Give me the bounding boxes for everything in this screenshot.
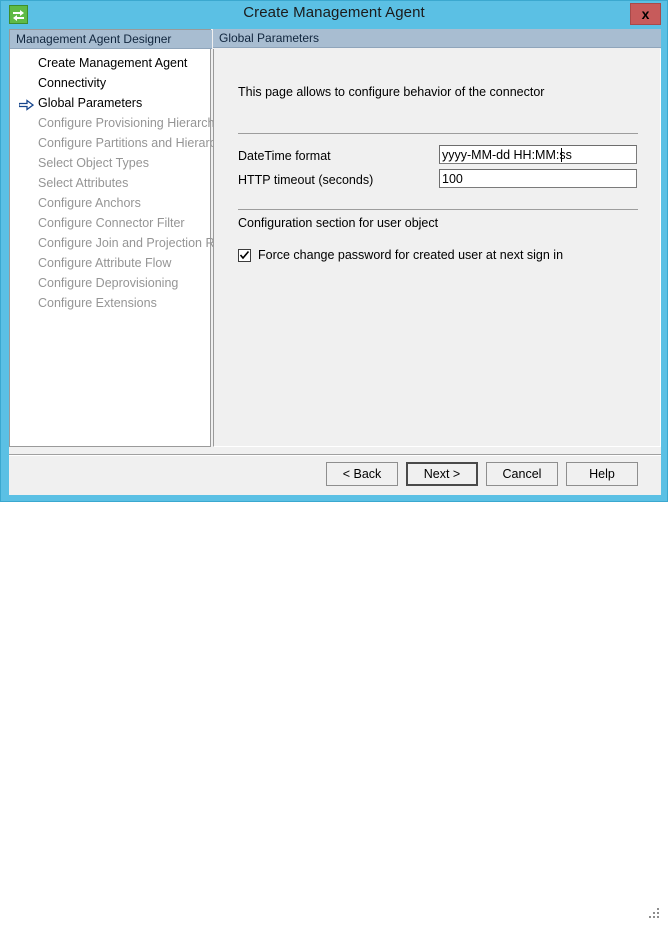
section-divider-bottom — [238, 209, 638, 210]
nav-item-label: Configure Provisioning Hierarchy — [38, 116, 221, 130]
sidebar-item-configure-attribute-flow: Configure Attribute Flow — [10, 253, 210, 273]
http-timeout-input[interactable] — [439, 169, 637, 188]
wizard-nav-panel: Management Agent Designer Create Managem… — [9, 29, 211, 447]
content-panel-header: Global Parameters — [213, 29, 661, 48]
page-description: This page allows to configure behavior o… — [238, 85, 544, 99]
cancel-button[interactable]: Cancel — [486, 462, 558, 486]
nav-item-label: Configure Attribute Flow — [38, 256, 171, 270]
user-object-section-title: Configuration section for user object — [238, 216, 438, 230]
nav-item-label: Configure Connector Filter — [38, 216, 185, 230]
sidebar-item-configure-anchors: Configure Anchors — [10, 193, 210, 213]
datetime-format-input[interactable] — [439, 145, 637, 164]
close-button[interactable]: x — [630, 3, 661, 25]
nav-item-label: Configure Partitions and Hierarchies — [38, 136, 239, 150]
sidebar-item-select-object-types: Select Object Types — [10, 153, 210, 173]
sidebar-item-create-management-agent[interactable]: Create Management Agent — [10, 53, 210, 73]
sidebar-item-configure-deprovisioning: Configure Deprovisioning — [10, 273, 210, 293]
sidebar-item-configure-extensions: Configure Extensions — [10, 293, 210, 313]
wizard-step-list: Create Management Agent Connectivity Glo… — [10, 50, 210, 446]
next-button[interactable]: Next > — [406, 462, 478, 486]
sidebar-item-configure-join-and-projection-rules: Configure Join and Projection Rules — [10, 233, 210, 253]
nav-item-label: Configure Deprovisioning — [38, 276, 178, 290]
wizard-content-panel: Global Parameters This page allows to co… — [213, 29, 661, 447]
nav-item-label: Configure Extensions — [38, 296, 157, 310]
dialog-window: Create Management Agent x Management Age… — [0, 0, 668, 502]
dialog-client-area: Management Agent Designer Create Managem… — [9, 29, 661, 495]
datetime-format-label: DateTime format — [238, 149, 331, 163]
resize-grip[interactable] — [645, 906, 661, 922]
back-button[interactable]: < Back — [326, 462, 398, 486]
sidebar-item-configure-provisioning-hierarchy: Configure Provisioning Hierarchy — [10, 113, 210, 133]
nav-panel-header: Management Agent Designer — [10, 30, 212, 49]
force-change-password-label: Force change password for created user a… — [258, 248, 563, 263]
nav-item-label: Create Management Agent — [38, 56, 187, 70]
nav-item-label: Select Attributes — [38, 176, 128, 190]
nav-item-label: Select Object Types — [38, 156, 149, 170]
sidebar-item-global-parameters[interactable]: Global Parameters — [10, 93, 210, 113]
checkbox-checked-icon[interactable] — [238, 249, 251, 262]
http-timeout-label: HTTP timeout (seconds) — [238, 173, 373, 187]
nav-item-label: Configure Join and Projection Rules — [38, 236, 237, 250]
nav-item-label: Connectivity — [38, 76, 106, 90]
sidebar-item-configure-partitions-and-hierarchies: Configure Partitions and Hierarchies — [10, 133, 210, 153]
window-title: Create Management Agent — [1, 4, 667, 21]
nav-item-label: Configure Anchors — [38, 196, 141, 210]
title-bar[interactable]: Create Management Agent x — [1, 1, 667, 29]
sidebar-item-configure-connector-filter: Configure Connector Filter — [10, 213, 210, 233]
sidebar-item-connectivity[interactable]: Connectivity — [10, 73, 210, 93]
sidebar-item-select-attributes: Select Attributes — [10, 173, 210, 193]
content-panel-body: This page allows to configure behavior o… — [213, 49, 661, 447]
right-arrow-icon — [19, 97, 34, 109]
help-button[interactable]: Help — [566, 462, 638, 486]
nav-item-label: Global Parameters — [38, 96, 142, 110]
section-divider-top — [238, 133, 638, 134]
text-caret — [561, 148, 562, 162]
dialog-button-bar: < Back Next > Cancel Help — [9, 456, 661, 495]
